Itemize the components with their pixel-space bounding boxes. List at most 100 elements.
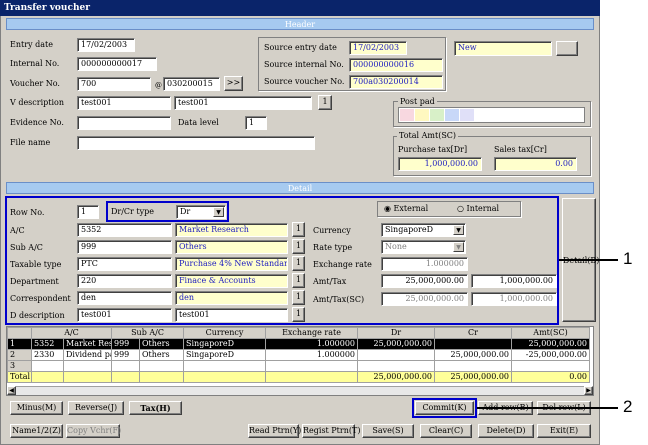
sub-ac-name-field: Others <box>175 240 288 254</box>
internal-no-field[interactable]: 000000000017 <box>77 57 157 71</box>
tax-button[interactable]: Tax(H) <box>129 401 182 415</box>
external-radio-label: External <box>393 204 429 213</box>
v-description-field-2[interactable]: test001 <box>174 96 312 110</box>
grid-col-amt-sc[interactable]: Amt(SC) <box>511 327 591 339</box>
tax-field[interactable]: 1,000,000.00 <box>471 274 557 288</box>
cell-ac-code <box>31 360 64 372</box>
correspondent-lookup-button[interactable]: 1 <box>292 290 305 305</box>
v-description-lookup-button[interactable]: 1 <box>318 95 332 110</box>
source-entry-date-label: Source entry date <box>264 43 337 52</box>
post-pad-color-swatch[interactable] <box>430 109 444 121</box>
taxable-type-label: Taxable type <box>10 260 62 269</box>
chevron-down-icon[interactable]: ▼ <box>453 225 464 235</box>
exit-button[interactable]: Exit(E) <box>537 424 591 438</box>
ac-lookup-button[interactable]: 1 <box>292 222 305 237</box>
file-name-field[interactable] <box>77 136 315 150</box>
sub-ac-lookup-button[interactable]: 1 <box>292 239 305 254</box>
cell-sub-code <box>111 360 140 372</box>
cell-rate: 1.000000 <box>265 338 359 350</box>
read-pattern-button[interactable]: Read Ptrn(Y) <box>248 424 301 438</box>
correspondent-code-field[interactable]: den <box>77 291 172 305</box>
amt-field[interactable]: 25,000,000.00 <box>381 274 468 288</box>
grid-col-exchange-rate[interactable]: Exchange rate <box>265 327 359 339</box>
external-radio[interactable]: ◉ External <box>384 202 428 216</box>
internal-no-label: Internal No. <box>10 59 60 68</box>
grid-horizontal-scrollbar[interactable] <box>7 386 593 395</box>
row-number: 1 <box>7 338 32 350</box>
row-no-field[interactable]: 1 <box>77 205 99 219</box>
radio-selected-icon: ◉ <box>384 204 394 213</box>
table-row[interactable]: 2 2330 Dividend pay 999 Others Singapore… <box>7 349 591 361</box>
post-pad-color-swatch[interactable] <box>445 109 459 121</box>
total-cr: 25,000,000.00 <box>434 371 513 383</box>
evidence-no-field[interactable] <box>77 116 171 130</box>
grid-col-sub-ac[interactable]: Sub A/C <box>110 327 185 339</box>
table-row[interactable]: 1 5352 Market Rese 999 Others SingaporeD… <box>7 338 591 350</box>
grid-col-cr[interactable]: Cr <box>434 327 513 339</box>
cell-ac-name: Market Rese <box>63 338 112 350</box>
post-pad-color-swatch[interactable] <box>415 109 429 121</box>
post-pad-color-swatch[interactable] <box>460 109 474 121</box>
d-description-lookup-button[interactable]: 1 <box>292 307 305 322</box>
commit-button[interactable]: Commit(K) <box>415 401 474 415</box>
cell-ac-name: Dividend pay <box>63 349 112 361</box>
drcr-type-select[interactable]: Dr ▼ <box>176 205 226 219</box>
v-description-field[interactable]: test001 <box>77 96 171 110</box>
sales-tax-label: Sales tax[Cr] <box>494 145 547 154</box>
post-pad-colors <box>400 109 474 121</box>
voucher-next-button[interactable]: >> <box>224 76 243 91</box>
copy-voucher-button[interactable]: Copy Vchr(F) <box>66 424 121 438</box>
delete-button[interactable]: Delete(D) <box>478 424 534 438</box>
grid-col-ac[interactable]: A/C <box>31 327 112 339</box>
table-row[interactable]: 3 <box>7 360 591 372</box>
post-pad-color-swatch[interactable] <box>400 109 414 121</box>
taxable-type-code-field[interactable]: PTC <box>77 257 172 271</box>
taxable-type-lookup-button[interactable]: 1 <box>292 256 305 271</box>
row-no-label: Row No. <box>10 208 45 217</box>
minus-button[interactable]: Minus(M) <box>10 401 63 415</box>
amt-tax-sc-label: Amt/Tax(SC) <box>313 295 365 304</box>
cell-amt <box>511 360 591 372</box>
chevron-down-icon[interactable]: ▼ <box>453 242 464 252</box>
voucher-no-field-2[interactable]: 030200015 <box>163 77 220 91</box>
cell-cr: 25,000,000.00 <box>434 349 513 361</box>
correspondent-name-field: den <box>175 291 288 305</box>
callout-1-label: 1 <box>623 249 633 268</box>
cell-cr <box>434 338 513 350</box>
radio-unselected-icon: ○ <box>457 204 467 213</box>
name-toggle-button[interactable]: Name1/2(Z) <box>10 424 63 438</box>
clear-button[interactable]: Clear(C) <box>420 424 472 438</box>
grid-col-dr[interactable]: Dr <box>357 327 436 339</box>
rate-type-select[interactable]: None ▼ <box>381 240 466 254</box>
exchange-rate-field[interactable]: 1.000000 <box>381 257 468 271</box>
chevron-down-icon[interactable]: ▼ <box>213 207 224 217</box>
currency-select[interactable]: SingaporeD ▼ <box>381 223 466 237</box>
department-lookup-button[interactable]: 1 <box>292 273 305 288</box>
internal-radio[interactable]: ○ Internal <box>457 202 499 216</box>
data-level-label: Data level <box>178 118 219 127</box>
voucher-separator: @ <box>155 81 162 89</box>
voucher-no-field[interactable]: 700 <box>77 77 151 91</box>
department-code-field[interactable]: 220 <box>77 274 172 288</box>
drcr-type-value: Dr <box>180 207 191 216</box>
ac-code-field[interactable]: 5352 <box>77 223 172 237</box>
d-description-field-2[interactable]: test001 <box>175 308 288 322</box>
d-description-field[interactable]: test001 <box>77 308 172 322</box>
purchase-tax-field: 1,000,000.00 <box>398 157 482 171</box>
status-button[interactable] <box>556 41 578 56</box>
cell-sub-code: 999 <box>111 349 140 361</box>
reverse-button[interactable]: Reverse(J) <box>68 401 124 415</box>
scroll-right-icon[interactable]: ▶ <box>584 386 593 395</box>
save-button[interactable]: Save(S) <box>362 424 414 438</box>
data-level-field[interactable]: 1 <box>245 116 267 130</box>
grid-col-currency[interactable]: Currency <box>183 327 267 339</box>
entry-date-field[interactable]: 17/02/2003 <box>77 38 135 52</box>
header-section-title: Header <box>6 18 594 30</box>
sales-tax-field: 0.00 <box>494 157 577 171</box>
sub-ac-code-field[interactable]: 999 <box>77 240 172 254</box>
d-description-label: D description <box>10 311 65 320</box>
regist-pattern-button[interactable]: Regist Ptrn(T) <box>302 424 360 438</box>
row-number: 2 <box>7 349 32 361</box>
scroll-left-icon[interactable]: ◀ <box>7 386 16 395</box>
callout-2-label: 2 <box>623 397 633 416</box>
